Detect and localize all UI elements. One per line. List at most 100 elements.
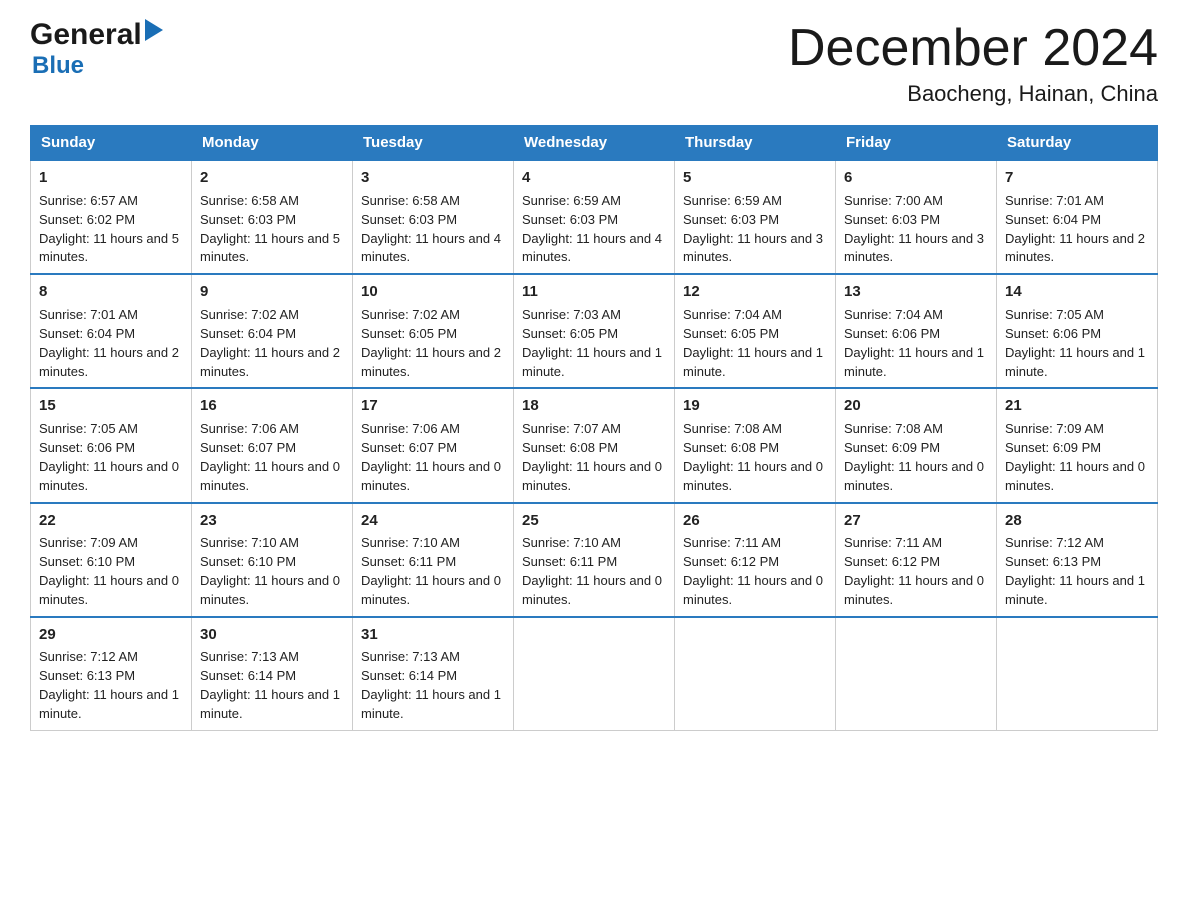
- day-number: 30: [200, 624, 344, 646]
- day-number: 3: [361, 167, 505, 189]
- week-row: 15 Sunrise: 7:05 AMSunset: 6:06 PMDaylig…: [31, 388, 1158, 502]
- day-info: Sunrise: 7:10 AMSunset: 6:11 PMDaylight:…: [361, 535, 501, 607]
- day-info: Sunrise: 7:13 AMSunset: 6:14 PMDaylight:…: [200, 649, 340, 721]
- day-info: Sunrise: 7:07 AMSunset: 6:08 PMDaylight:…: [522, 421, 662, 493]
- day-info: Sunrise: 7:04 AMSunset: 6:05 PMDaylight:…: [683, 307, 823, 379]
- calendar-day-cell: 23 Sunrise: 7:10 AMSunset: 6:10 PMDaylig…: [192, 503, 353, 617]
- header-sunday: Sunday: [31, 126, 192, 161]
- day-info: Sunrise: 6:58 AMSunset: 6:03 PMDaylight:…: [361, 193, 501, 265]
- day-number: 27: [844, 510, 988, 532]
- day-number: 9: [200, 281, 344, 303]
- calendar-day-cell: 22 Sunrise: 7:09 AMSunset: 6:10 PMDaylig…: [31, 503, 192, 617]
- day-info: Sunrise: 7:01 AMSunset: 6:04 PMDaylight:…: [1005, 193, 1145, 265]
- calendar-day-cell: 18 Sunrise: 7:07 AMSunset: 6:08 PMDaylig…: [514, 388, 675, 502]
- day-number: 12: [683, 281, 827, 303]
- day-info: Sunrise: 7:11 AMSunset: 6:12 PMDaylight:…: [683, 535, 823, 607]
- calendar-day-cell: [514, 617, 675, 731]
- calendar-day-cell: 3 Sunrise: 6:58 AMSunset: 6:03 PMDayligh…: [353, 160, 514, 274]
- day-info: Sunrise: 7:09 AMSunset: 6:09 PMDaylight:…: [1005, 421, 1145, 493]
- logo-blue-text: Blue: [32, 52, 84, 80]
- header-friday: Friday: [836, 126, 997, 161]
- day-number: 18: [522, 395, 666, 417]
- day-number: 31: [361, 624, 505, 646]
- calendar-day-cell: 30 Sunrise: 7:13 AMSunset: 6:14 PMDaylig…: [192, 617, 353, 731]
- calendar-day-cell: 15 Sunrise: 7:05 AMSunset: 6:06 PMDaylig…: [31, 388, 192, 502]
- calendar-day-cell: 31 Sunrise: 7:13 AMSunset: 6:14 PMDaylig…: [353, 617, 514, 731]
- day-header-row: SundayMondayTuesdayWednesdayThursdayFrid…: [31, 126, 1158, 161]
- day-info: Sunrise: 7:04 AMSunset: 6:06 PMDaylight:…: [844, 307, 984, 379]
- day-info: Sunrise: 7:05 AMSunset: 6:06 PMDaylight:…: [1005, 307, 1145, 379]
- calendar-day-cell: 28 Sunrise: 7:12 AMSunset: 6:13 PMDaylig…: [997, 503, 1158, 617]
- calendar-day-cell: 12 Sunrise: 7:04 AMSunset: 6:05 PMDaylig…: [675, 274, 836, 388]
- calendar-day-cell: 19 Sunrise: 7:08 AMSunset: 6:08 PMDaylig…: [675, 388, 836, 502]
- page-header: General Blue December 2024 Baocheng, Hai…: [30, 20, 1158, 107]
- day-info: Sunrise: 6:58 AMSunset: 6:03 PMDaylight:…: [200, 193, 340, 265]
- day-number: 2: [200, 167, 344, 189]
- calendar-day-cell: 16 Sunrise: 7:06 AMSunset: 6:07 PMDaylig…: [192, 388, 353, 502]
- day-info: Sunrise: 7:13 AMSunset: 6:14 PMDaylight:…: [361, 649, 501, 721]
- location-subtitle: Baocheng, Hainan, China: [788, 81, 1158, 107]
- header-monday: Monday: [192, 126, 353, 161]
- calendar-day-cell: 10 Sunrise: 7:02 AMSunset: 6:05 PMDaylig…: [353, 274, 514, 388]
- day-info: Sunrise: 7:00 AMSunset: 6:03 PMDaylight:…: [844, 193, 984, 265]
- header-thursday: Thursday: [675, 126, 836, 161]
- day-number: 14: [1005, 281, 1149, 303]
- calendar-day-cell: 1 Sunrise: 6:57 AMSunset: 6:02 PMDayligh…: [31, 160, 192, 274]
- calendar-day-cell: 14 Sunrise: 7:05 AMSunset: 6:06 PMDaylig…: [997, 274, 1158, 388]
- day-number: 15: [39, 395, 183, 417]
- calendar-day-cell: 13 Sunrise: 7:04 AMSunset: 6:06 PMDaylig…: [836, 274, 997, 388]
- logo-general-text: General: [30, 20, 142, 50]
- day-number: 8: [39, 281, 183, 303]
- day-info: Sunrise: 7:11 AMSunset: 6:12 PMDaylight:…: [844, 535, 984, 607]
- day-info: Sunrise: 7:01 AMSunset: 6:04 PMDaylight:…: [39, 307, 179, 379]
- day-number: 22: [39, 510, 183, 532]
- day-info: Sunrise: 6:59 AMSunset: 6:03 PMDaylight:…: [522, 193, 662, 265]
- week-row: 29 Sunrise: 7:12 AMSunset: 6:13 PMDaylig…: [31, 617, 1158, 731]
- header-wednesday: Wednesday: [514, 126, 675, 161]
- header-saturday: Saturday: [997, 126, 1158, 161]
- day-info: Sunrise: 7:12 AMSunset: 6:13 PMDaylight:…: [39, 649, 179, 721]
- day-number: 17: [361, 395, 505, 417]
- day-info: Sunrise: 7:06 AMSunset: 6:07 PMDaylight:…: [361, 421, 501, 493]
- day-number: 25: [522, 510, 666, 532]
- day-number: 26: [683, 510, 827, 532]
- day-info: Sunrise: 7:09 AMSunset: 6:10 PMDaylight:…: [39, 535, 179, 607]
- calendar-day-cell: 21 Sunrise: 7:09 AMSunset: 6:09 PMDaylig…: [997, 388, 1158, 502]
- title-block: December 2024 Baocheng, Hainan, China: [788, 20, 1158, 107]
- day-info: Sunrise: 7:06 AMSunset: 6:07 PMDaylight:…: [200, 421, 340, 493]
- day-info: Sunrise: 7:12 AMSunset: 6:13 PMDaylight:…: [1005, 535, 1145, 607]
- calendar-table: SundayMondayTuesdayWednesdayThursdayFrid…: [30, 125, 1158, 731]
- week-row: 22 Sunrise: 7:09 AMSunset: 6:10 PMDaylig…: [31, 503, 1158, 617]
- day-number: 10: [361, 281, 505, 303]
- calendar-day-cell: 24 Sunrise: 7:10 AMSunset: 6:11 PMDaylig…: [353, 503, 514, 617]
- calendar-day-cell: [836, 617, 997, 731]
- day-number: 28: [1005, 510, 1149, 532]
- week-row: 8 Sunrise: 7:01 AMSunset: 6:04 PMDayligh…: [31, 274, 1158, 388]
- day-info: Sunrise: 7:02 AMSunset: 6:05 PMDaylight:…: [361, 307, 501, 379]
- month-title: December 2024: [788, 20, 1158, 77]
- header-tuesday: Tuesday: [353, 126, 514, 161]
- day-info: Sunrise: 7:05 AMSunset: 6:06 PMDaylight:…: [39, 421, 179, 493]
- day-number: 21: [1005, 395, 1149, 417]
- calendar-day-cell: 29 Sunrise: 7:12 AMSunset: 6:13 PMDaylig…: [31, 617, 192, 731]
- calendar-day-cell: 26 Sunrise: 7:11 AMSunset: 6:12 PMDaylig…: [675, 503, 836, 617]
- calendar-day-cell: 11 Sunrise: 7:03 AMSunset: 6:05 PMDaylig…: [514, 274, 675, 388]
- calendar-day-cell: 25 Sunrise: 7:10 AMSunset: 6:11 PMDaylig…: [514, 503, 675, 617]
- day-number: 16: [200, 395, 344, 417]
- day-number: 1: [39, 167, 183, 189]
- day-number: 20: [844, 395, 988, 417]
- day-number: 19: [683, 395, 827, 417]
- day-number: 24: [361, 510, 505, 532]
- calendar-day-cell: [675, 617, 836, 731]
- calendar-day-cell: 7 Sunrise: 7:01 AMSunset: 6:04 PMDayligh…: [997, 160, 1158, 274]
- week-row: 1 Sunrise: 6:57 AMSunset: 6:02 PMDayligh…: [31, 160, 1158, 274]
- day-number: 13: [844, 281, 988, 303]
- calendar-day-cell: 20 Sunrise: 7:08 AMSunset: 6:09 PMDaylig…: [836, 388, 997, 502]
- day-number: 4: [522, 167, 666, 189]
- logo-arrow-icon: [145, 19, 163, 46]
- day-info: Sunrise: 7:08 AMSunset: 6:08 PMDaylight:…: [683, 421, 823, 493]
- day-info: Sunrise: 6:57 AMSunset: 6:02 PMDaylight:…: [39, 193, 179, 265]
- day-info: Sunrise: 7:02 AMSunset: 6:04 PMDaylight:…: [200, 307, 340, 379]
- day-info: Sunrise: 7:03 AMSunset: 6:05 PMDaylight:…: [522, 307, 662, 379]
- calendar-day-cell: 6 Sunrise: 7:00 AMSunset: 6:03 PMDayligh…: [836, 160, 997, 274]
